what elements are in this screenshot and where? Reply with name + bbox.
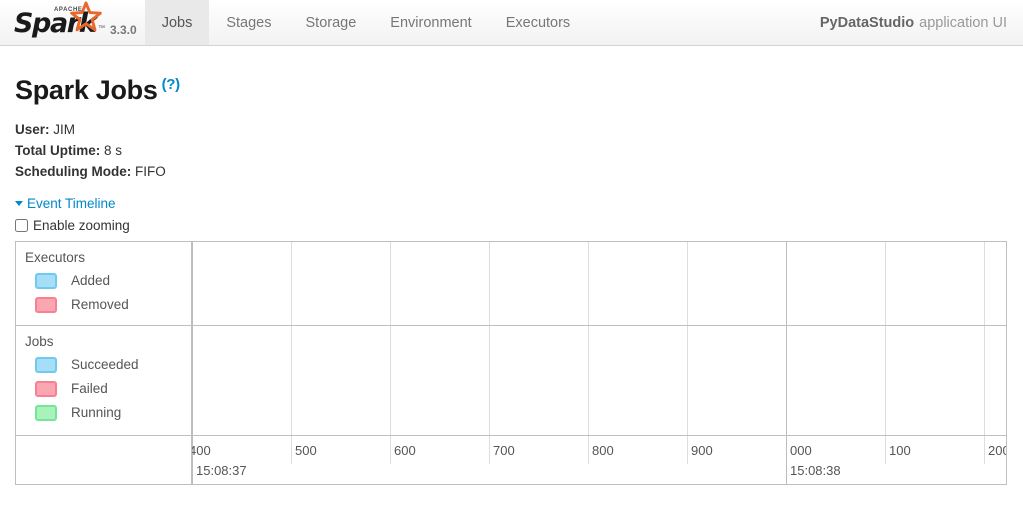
swatch-removed-icon — [35, 296, 57, 313]
timeline-gridline — [588, 325, 589, 435]
event-timeline-toggle[interactable]: Event Timeline — [15, 196, 116, 211]
timeline-axis-ms-label: 400 — [192, 442, 211, 458]
swatch-succeeded-icon — [35, 356, 57, 373]
page-content: Spark Jobs (?) User: JIM Total Uptime: 8 … — [0, 75, 1023, 485]
trademark-mark: ™ — [98, 25, 105, 32]
enable-zooming-label[interactable]: Enable zooming — [33, 218, 130, 233]
timeline-axis-second-label: 15:08:38 — [790, 462, 841, 478]
timeline-gridline — [192, 325, 193, 435]
chevron-down-icon — [15, 200, 23, 206]
timeline-axis-ms-label: 000 — [790, 442, 812, 458]
timeline-axis-ms-label: 100 — [889, 442, 911, 458]
app-name-suffix: application UI — [919, 14, 1007, 31]
timeline-gridline — [489, 241, 490, 325]
timeline-axis-ms-label: 800 — [592, 442, 614, 458]
enable-zooming-checkbox[interactable] — [15, 218, 28, 232]
timeline-axis-second-label: 15:08:37 — [196, 462, 247, 478]
summary-user: User: JIM — [15, 119, 1008, 140]
help-link[interactable]: (?) — [162, 76, 181, 93]
tab-jobs[interactable]: Jobs — [144, 0, 210, 45]
timeline-row-jobs: Jobs Succeeded Failed Running — [16, 325, 1006, 436]
legend-item-added-label: Added — [71, 273, 111, 289]
tab-environment[interactable]: Environment — [373, 0, 488, 45]
legend-item-succeeded-label: Succeeded — [71, 357, 139, 373]
swatch-failed-icon — [35, 380, 57, 397]
nav-tabs: Jobs Stages Storage Environment Executor… — [144, 0, 587, 45]
legend-item-succeeded: Succeeded — [25, 353, 191, 377]
timeline-gridline — [786, 325, 787, 435]
swatch-running-icon — [35, 404, 57, 421]
timeline-gridline — [192, 241, 193, 325]
timeline-gridline — [390, 325, 391, 435]
timeline-axis-ms-label: 900 — [691, 442, 713, 458]
summary-user-label: User: — [15, 121, 50, 137]
timeline-gridline — [885, 241, 886, 325]
timeline-gridline — [885, 325, 886, 435]
timeline-axis-ms-label: 600 — [394, 442, 416, 458]
spark-logo-link[interactable]: APACHE Spark ™ 3.3.0 — [0, 0, 137, 45]
timeline-gridline — [984, 325, 985, 435]
swatch-added-icon — [35, 272, 57, 289]
legend-jobs-title: Jobs — [25, 333, 54, 349]
timeline-grid-jobs — [192, 325, 1006, 435]
page-title: Spark Jobs (?) — [15, 75, 1008, 106]
page-title-text: Spark Jobs — [15, 75, 158, 105]
timeline-gridline — [984, 241, 985, 325]
timeline-axis: 400 15:08:37 500 600 700 800 900 000 15:08:38 100… — [192, 435, 1006, 484]
timeline-gridline — [588, 241, 589, 325]
timeline-row-executors: Executors Added Removed — [16, 241, 1006, 326]
timeline-axis-ms-label: 200 — [988, 442, 1006, 458]
legend-executors: Executors Added Removed — [16, 241, 192, 325]
summary-scheduling-mode: Scheduling Mode: FIFO — [15, 161, 1008, 182]
summary-scheduling-value: FIFO — [135, 163, 166, 179]
navbar: APACHE Spark ™ 3.3.0 Jobs Stages Storage… — [0, 0, 1023, 46]
legend-item-running: Running — [25, 401, 191, 425]
enable-zooming-row: Enable zooming — [15, 218, 1008, 233]
spark-version: 3.3.0 — [110, 23, 137, 37]
legend-jobs: Jobs Succeeded Failed Running — [16, 325, 192, 435]
legend-executors-title: Executors — [25, 249, 86, 265]
legend-item-running-label: Running — [71, 405, 122, 421]
timeline-gridline — [291, 241, 292, 325]
timeline-grid-executors — [192, 241, 1006, 325]
legend-item-removed: Removed — [25, 293, 191, 317]
tab-stages[interactable]: Stages — [209, 0, 288, 45]
legend-item-failed: Failed — [25, 377, 191, 401]
timeline-gridline — [291, 325, 292, 435]
legend-item-failed-label: Failed — [71, 381, 108, 397]
app-name: PyDataStudio — [819, 14, 915, 31]
timeline-gridline — [489, 325, 490, 435]
timeline-row-axis: 400 15:08:37 500 600 700 800 900 000 15:08:38 100… — [16, 435, 1006, 484]
legend-item-added: Added — [25, 269, 191, 293]
job-summary: User: JIM Total Uptime: 8 s Scheduling M… — [15, 119, 1008, 182]
timeline-gridline — [786, 241, 787, 325]
timeline-gridline — [687, 325, 688, 435]
timeline-gridline — [390, 241, 391, 325]
tab-executors[interactable]: Executors — [489, 0, 587, 45]
summary-uptime-label: Total Uptime: — [15, 142, 101, 158]
summary-user-value: JIM — [53, 121, 76, 137]
timeline-axis-ms-label: 700 — [493, 442, 515, 458]
event-timeline-toggle-label: Event Timeline — [27, 195, 116, 211]
summary-uptime-value: 8 s — [104, 142, 123, 158]
timeline-gridline — [687, 241, 688, 325]
app-title: PyDataStudio application UI — [820, 0, 1023, 45]
timeline-axis-ms-label: 500 — [295, 442, 317, 458]
summary-scheduling-label: Scheduling Mode: — [15, 163, 132, 179]
event-timeline-chart[interactable]: Executors Added Removed Jobs Succeeded F… — [15, 240, 1007, 485]
tab-storage[interactable]: Storage — [289, 0, 374, 45]
spark-logo: APACHE Spark ™ — [14, 1, 106, 39]
legend-item-removed-label: Removed — [71, 297, 129, 313]
timeline-axis-spacer — [16, 435, 192, 484]
summary-uptime: Total Uptime: 8 s — [15, 140, 1008, 161]
